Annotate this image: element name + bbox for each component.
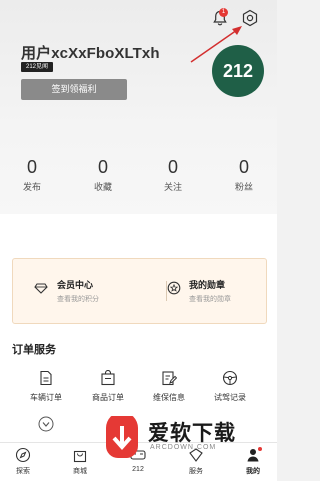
order-item-label: 商品订单 <box>92 393 124 402</box>
watermark-subtext: ARCDOWN.COM <box>150 444 217 451</box>
stat-posts[interactable]: 0 发布 <box>2 157 62 193</box>
stat-value: 0 <box>97 157 108 177</box>
member-center[interactable]: 会员中心 查看我的积分 <box>57 278 99 304</box>
tab-red-dot <box>258 447 262 451</box>
stat-followers[interactable]: 0 粉丝 <box>214 157 274 193</box>
steering-wheel-icon <box>222 370 238 386</box>
my-medals[interactable]: 我的勋章 查看我的勋章 <box>189 278 231 304</box>
stat-following[interactable]: 0 关注 <box>143 157 203 193</box>
stat-label: 收藏 <box>93 182 112 192</box>
order-item-label: 维保信息 <box>153 393 185 402</box>
tab-explore[interactable]: 探索 <box>3 447 43 476</box>
tab-label: 我的 <box>246 468 260 475</box>
shopping-bag-icon <box>101 370 115 386</box>
diamond-icon <box>34 283 48 294</box>
tab-shop[interactable]: 商城 <box>60 447 100 476</box>
level-tag: 212见闻 <box>21 62 54 72</box>
stat-value: 0 <box>238 157 249 177</box>
card-title: 我的勋章 <box>189 280 226 290</box>
watermark-logo <box>106 416 138 458</box>
stat-favorites[interactable]: 0 收藏 <box>73 157 133 193</box>
stat-value: 0 <box>167 157 178 177</box>
avatar[interactable]: 212 <box>212 45 264 97</box>
order-item-vehicle[interactable]: 车辆订单 <box>15 370 77 403</box>
document-icon <box>40 370 52 386</box>
tab-label: 服务 <box>189 468 203 475</box>
tab-label: 212 <box>132 466 144 473</box>
compass-icon <box>15 447 31 463</box>
order-section-title: 订单服务 <box>12 344 56 356</box>
notification-badge: 1 <box>219 8 228 17</box>
order-item-label: 试驾记录 <box>214 393 246 402</box>
order-item-label: 车辆订单 <box>30 393 62 402</box>
stat-value: 0 <box>26 157 37 177</box>
watermark-text: 爱软下载 <box>148 422 236 445</box>
edit-doc-icon <box>162 371 177 386</box>
watermark: 爱软下载 ARCDOWN.COM <box>100 414 250 464</box>
username: 用户xcXxFboXLTxh <box>21 45 160 62</box>
expand-more-icon[interactable] <box>38 416 54 432</box>
order-item-goods[interactable]: 商品订单 <box>77 370 139 403</box>
tab-label: 商城 <box>73 468 87 475</box>
stats-row: 0 发布 0 收藏 0 关注 0 粉丝 <box>0 157 277 193</box>
stat-label: 粉丝 <box>234 182 253 192</box>
order-item-testdrive[interactable]: 试驾记录 <box>199 370 261 403</box>
stat-label: 关注 <box>163 182 182 192</box>
card-title: 会员中心 <box>57 280 94 290</box>
card-subtitle: 查看我的积分 <box>57 296 99 303</box>
stat-label: 发布 <box>22 182 41 192</box>
signin-button[interactable]: 签到领福利 <box>21 79 127 100</box>
card-subtitle: 查看我的勋章 <box>189 296 231 303</box>
order-item-maintenance[interactable]: 维保信息 <box>138 370 200 403</box>
tab-label: 探索 <box>16 468 30 475</box>
shop-bag-icon <box>73 450 87 463</box>
medal-icon <box>167 281 181 295</box>
member-card: 会员中心 查看我的积分 我的勋章 查看我的勋章 <box>12 258 267 324</box>
